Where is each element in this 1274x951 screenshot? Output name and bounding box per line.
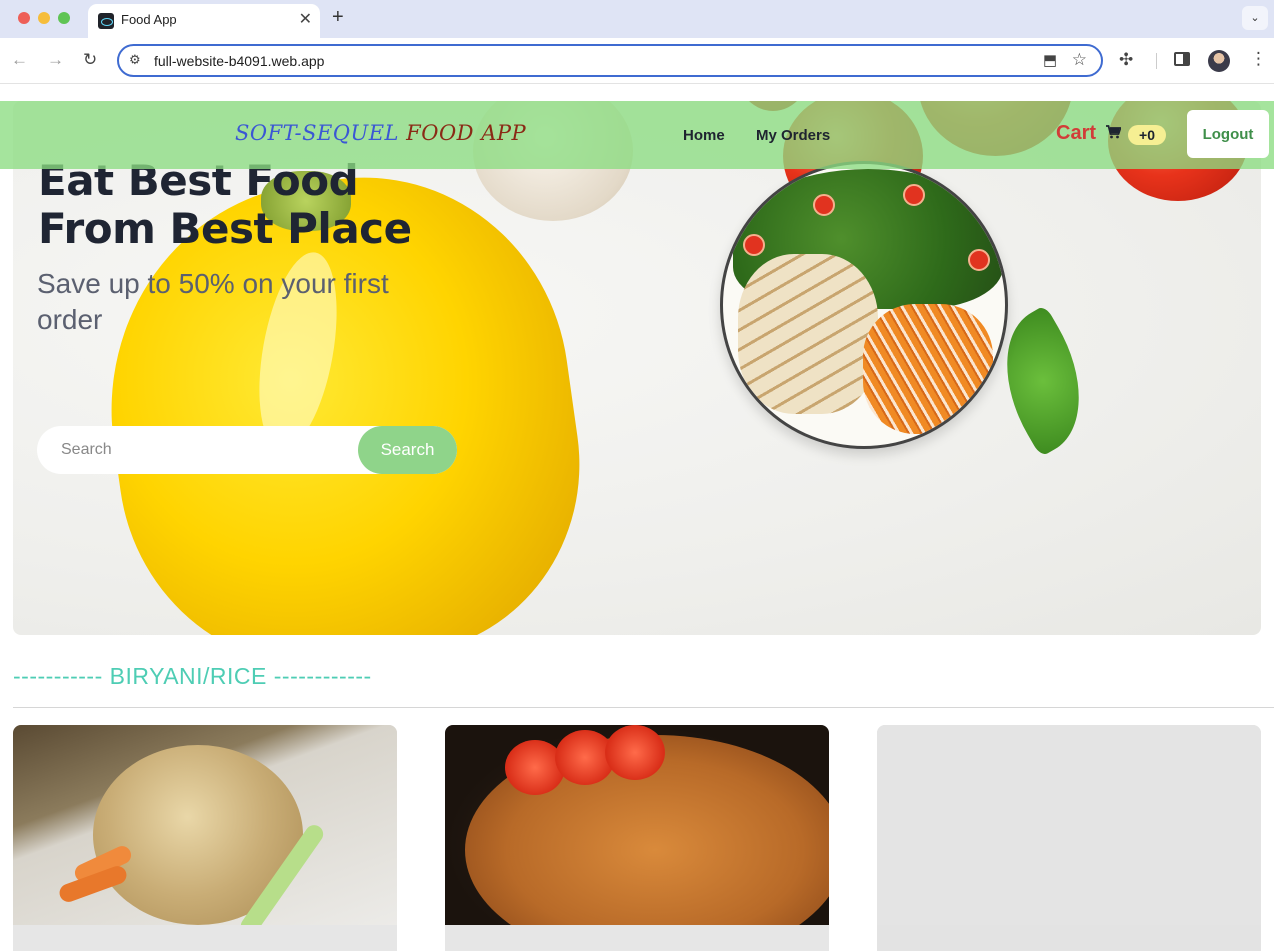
- category-heading: ----------- BIRYANI/RICE ------------: [13, 663, 372, 689]
- window-minimize-dot[interactable]: [38, 12, 50, 24]
- browser-tab[interactable]: Food App ✕: [88, 4, 320, 38]
- url-text[interactable]: full-website-b4091.web.app: [154, 53, 324, 69]
- back-button[interactable]: ←: [11, 50, 28, 70]
- brand-name-part2: FOOD APP: [406, 121, 527, 145]
- category-divider: [13, 707, 1274, 708]
- search-input[interactable]: [37, 426, 367, 474]
- brand-logo[interactable]: SOFT-SEQUEL FOOD APP: [235, 121, 526, 145]
- cart-link[interactable]: Cart: [1056, 122, 1096, 145]
- site-info-icon[interactable]: ⚙: [129, 52, 141, 68]
- search-button[interactable]: Search: [358, 426, 457, 474]
- new-tab-button[interactable]: +: [332, 5, 344, 29]
- browser-tab-bar: Food App ✕ + ⌄: [0, 0, 1274, 38]
- window-close-dot[interactable]: [18, 12, 30, 24]
- food-card-placeholder[interactable]: [877, 725, 1261, 951]
- nav-link-home[interactable]: Home: [683, 127, 725, 144]
- tab-search-button[interactable]: ⌄: [1242, 6, 1268, 30]
- react-favicon-icon: [98, 13, 114, 29]
- plate-cherry-tomato: [968, 249, 990, 271]
- plate-chicken: [738, 254, 878, 414]
- site-navbar: SOFT-SEQUEL FOOD APP Home My Orders Cart…: [0, 101, 1274, 169]
- hero-banner: Eat Best Food From Best Place Save up to…: [13, 101, 1261, 635]
- plate-cherry-tomato: [903, 184, 925, 206]
- food-card-image-placeholder: [877, 725, 1261, 925]
- food-card-body: [13, 925, 397, 951]
- tab-title: Food App: [121, 12, 177, 27]
- shopping-cart-icon[interactable]: [1106, 125, 1122, 143]
- nav-link-my-orders[interactable]: My Orders: [756, 127, 830, 144]
- plate-cherry-tomato: [813, 194, 835, 216]
- plate-cherry-tomato: [743, 234, 765, 256]
- star-icon[interactable]: ☆: [1072, 50, 1087, 70]
- toolbar-divider: [1156, 53, 1157, 69]
- address-bar[interactable]: ⚙ full-website-b4091.web.app ⬒ ☆: [117, 44, 1103, 77]
- food-card[interactable]: [13, 725, 397, 951]
- reload-button[interactable]: ↻: [83, 50, 97, 70]
- forward-button[interactable]: →: [47, 50, 64, 70]
- hero-title: Eat Best Food From Best Place: [38, 156, 412, 253]
- brand-name-part1: SOFT-SEQUEL: [235, 121, 399, 145]
- biryani-image: [445, 725, 829, 925]
- browser-menu-icon[interactable]: ⋮: [1250, 49, 1267, 69]
- cart-count-badge: +0: [1128, 125, 1166, 145]
- page-content: Eat Best Food From Best Place Save up to…: [0, 85, 1274, 951]
- profile-avatar[interactable]: [1208, 50, 1230, 72]
- tab-close-icon[interactable]: ✕: [299, 10, 312, 30]
- food-card[interactable]: [445, 725, 829, 951]
- hero-subtitle: Save up to 50% on your first order: [37, 268, 389, 335]
- window-zoom-dot[interactable]: [58, 12, 70, 24]
- logout-button[interactable]: Logout: [1187, 110, 1269, 158]
- side-panel-icon[interactable]: [1174, 52, 1190, 66]
- hero-food-plate-image: [720, 161, 1008, 449]
- plate-fries: [863, 304, 993, 434]
- fried-rice-image: [13, 725, 397, 925]
- hero-search-bar: Search: [37, 426, 457, 474]
- extensions-icon[interactable]: ✣: [1119, 50, 1133, 70]
- biryani-tomato-slice: [605, 725, 665, 780]
- food-card-body: [445, 925, 829, 951]
- install-app-icon[interactable]: ⬒: [1043, 51, 1057, 69]
- browser-toolbar: ← → ↻ ⚙ full-website-b4091.web.app ⬒ ☆ ✣…: [0, 38, 1274, 84]
